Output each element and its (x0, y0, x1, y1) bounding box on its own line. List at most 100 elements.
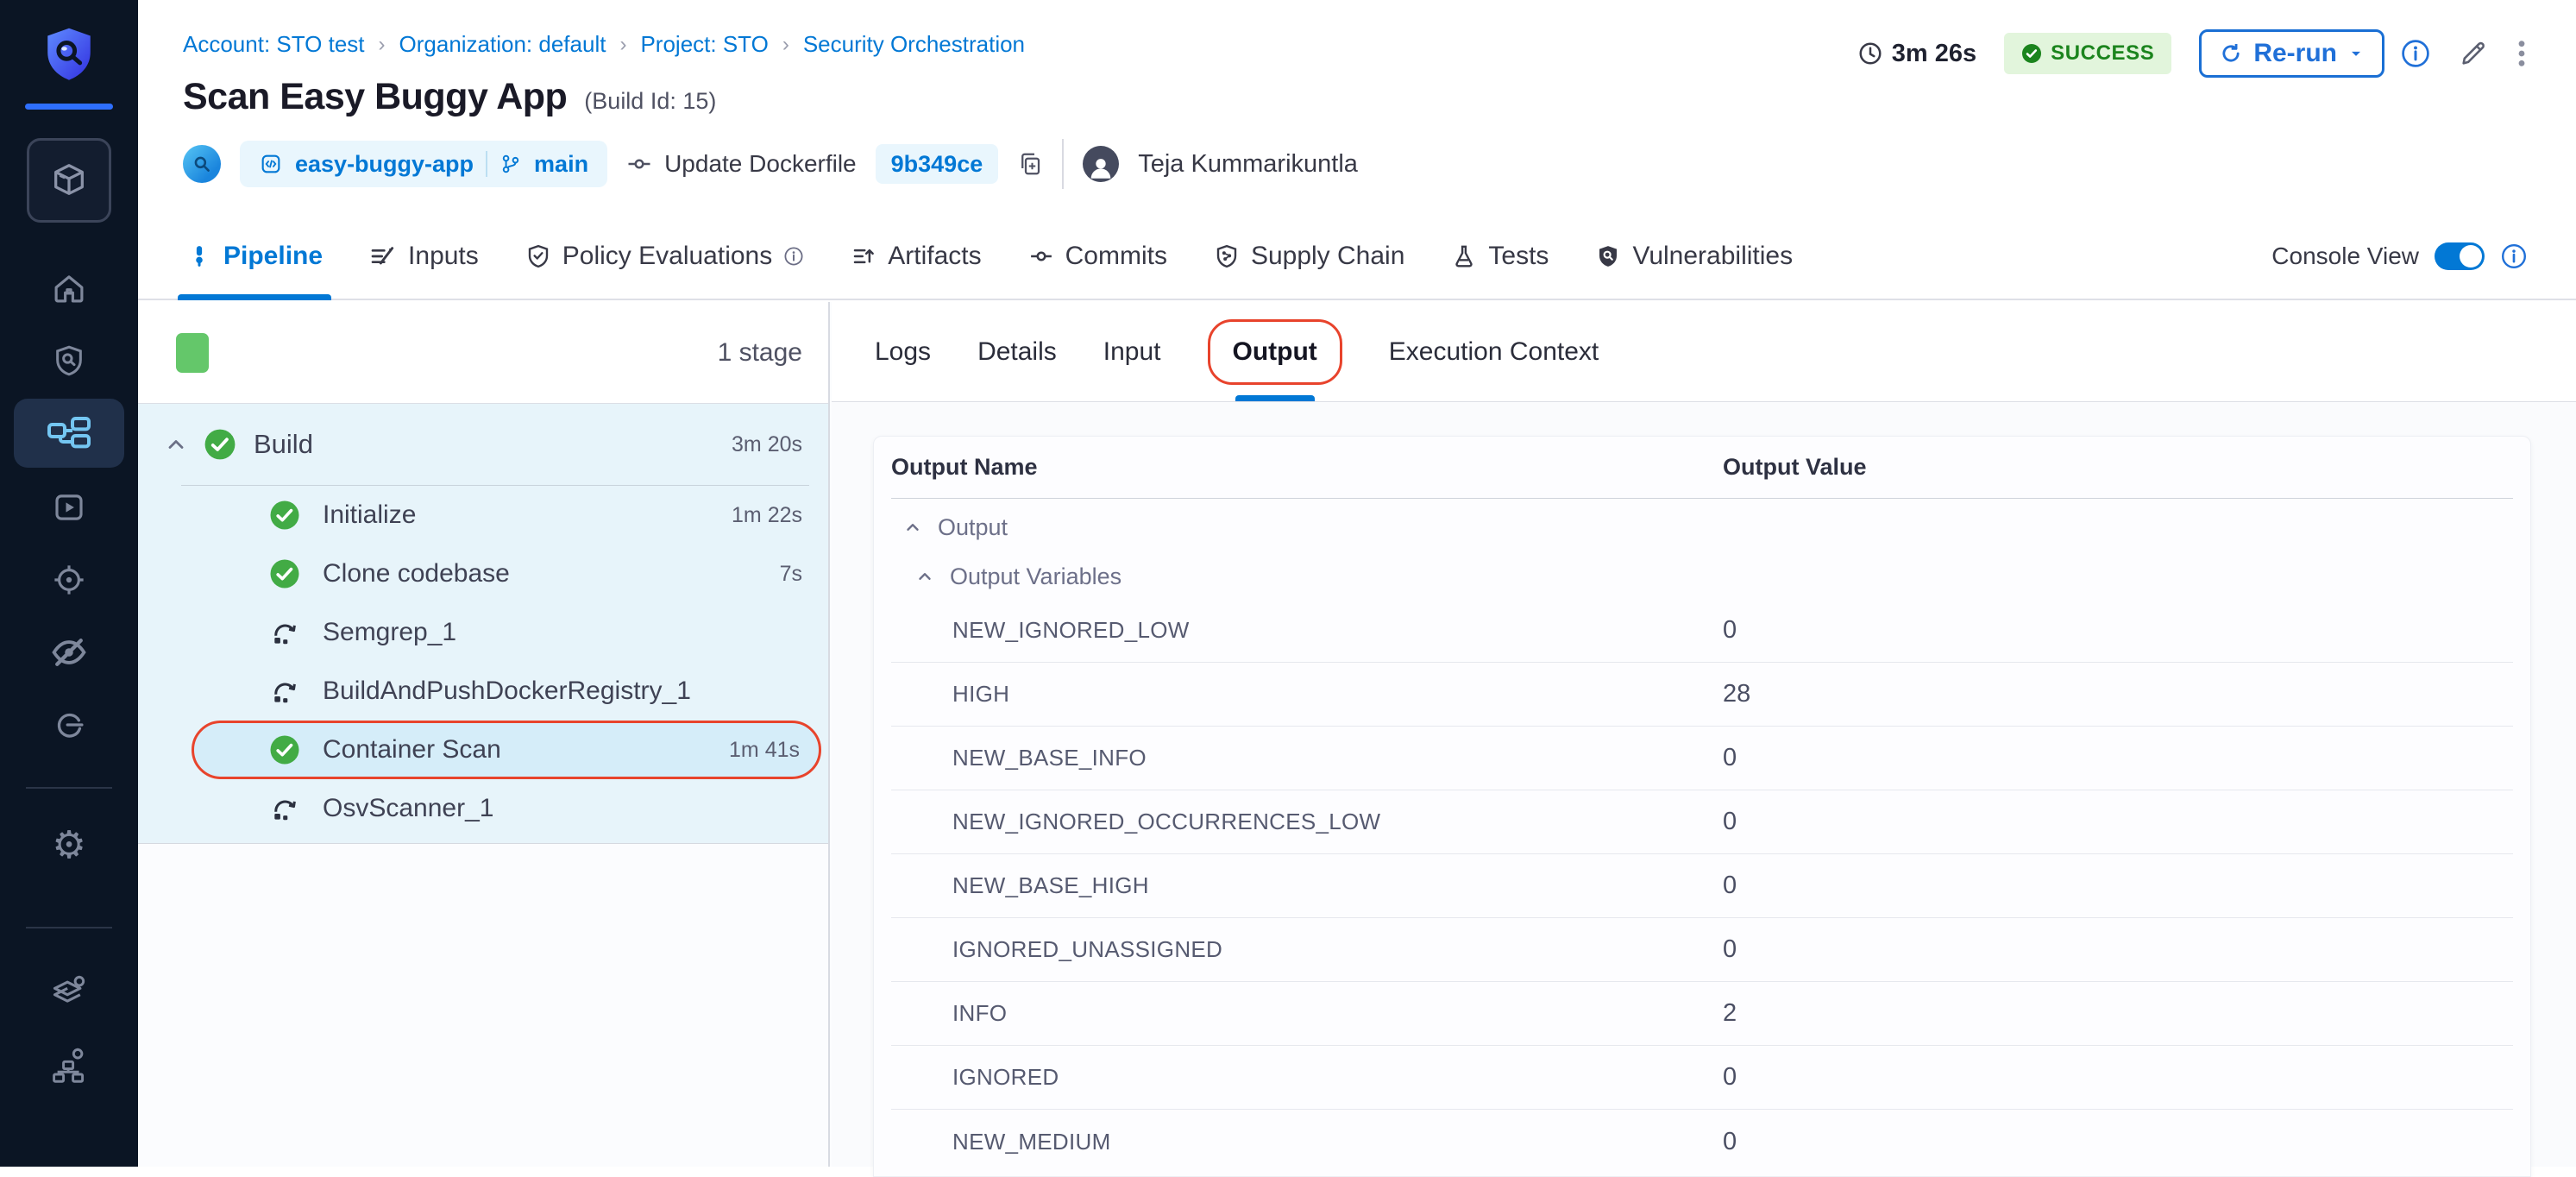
stage-panel: 1 stage Build 3m 20s Initialize 1m 22s (138, 302, 830, 1167)
artifacts-icon (851, 243, 876, 269)
refresh-icon (2219, 41, 2243, 66)
clock-icon (1857, 41, 1883, 66)
step-name: Initialize (323, 500, 416, 530)
step-row-clone-codebase[interactable]: Clone codebase 7s (138, 544, 828, 603)
status-badge: SUCCESS (2004, 33, 2171, 74)
breadcrumb-separator: › (379, 33, 386, 57)
tab-tests[interactable]: Tests (1448, 214, 1552, 299)
stage-row-build[interactable]: Build 3m 20s (138, 404, 828, 485)
copy-icon[interactable] (1017, 151, 1043, 177)
step-name: Semgrep_1 (323, 618, 456, 647)
success-check-icon (204, 428, 236, 461)
sidebar-item-pipelines[interactable] (14, 399, 124, 468)
repo-branch-pill[interactable]: easy-buggy-app main (240, 141, 607, 187)
sto-logo-icon (41, 24, 97, 85)
inputs-icon (369, 242, 397, 270)
info-icon[interactable] (2500, 242, 2528, 270)
settings-gear-icon[interactable]: ⚙ (50, 827, 88, 865)
output-tab-body: Output Name Output Value Output Output V… (832, 403, 2576, 1167)
success-check-icon (269, 734, 300, 765)
table-row: INFO 2 (891, 982, 2513, 1046)
getting-started-icon[interactable] (50, 706, 88, 744)
column-header-output-value: Output Value (1723, 454, 2513, 481)
breadcrumb-org[interactable]: Organization: default (399, 31, 606, 58)
branch-name[interactable]: main (534, 151, 588, 178)
table-row: NEW_IGNORED_LOW 0 (891, 599, 2513, 663)
header-divider (1062, 139, 1064, 189)
execution-duration: 3m 26s (1857, 40, 1976, 68)
breadcrumb-module[interactable]: Security Orchestration (803, 31, 1025, 58)
more-options-icon[interactable] (2516, 39, 2528, 68)
author-name: Teja Kummarikuntla (1138, 150, 1358, 179)
success-check-icon (269, 500, 300, 531)
rerun-button[interactable]: Re-run (2199, 29, 2384, 78)
console-view-label: Console View (2271, 242, 2419, 270)
detail-tab-details[interactable]: Details (977, 302, 1057, 401)
repository-icon (259, 152, 283, 176)
home-icon[interactable] (50, 269, 88, 307)
tab-pipeline[interactable]: Pipeline (183, 214, 326, 299)
step-detail-tabs: Logs Details Input Output Execution Cont… (832, 302, 2576, 402)
tab-inputs[interactable]: Inputs (366, 214, 482, 299)
commits-icon (1028, 243, 1054, 269)
step-name: OsvScanner_1 (323, 794, 493, 823)
executions-icon[interactable] (50, 488, 88, 526)
tab-commits[interactable]: Commits (1025, 214, 1171, 299)
default-settings-layers-icon[interactable] (50, 973, 88, 1011)
step-row-semgrep[interactable]: Semgrep_1 (138, 603, 828, 662)
org-structure-settings-icon[interactable] (50, 1046, 88, 1084)
test-targets-icon[interactable] (50, 561, 88, 599)
nav-divider-accent (25, 104, 113, 110)
exemptions-eye-slash-icon[interactable] (50, 633, 88, 671)
step-skipped-icon (269, 617, 300, 648)
step-skipped-icon (269, 793, 300, 824)
group-row-output[interactable]: Output (891, 500, 2513, 554)
supply-chain-icon (1214, 243, 1240, 269)
breadcrumb-separator: › (782, 33, 789, 57)
console-view-toggle[interactable] (2435, 242, 2485, 270)
collapse-chevron-icon (903, 518, 922, 537)
module-cube-icon (49, 160, 89, 200)
detail-tab-input[interactable]: Input (1103, 302, 1161, 401)
tab-artifacts[interactable]: Artifacts (847, 214, 984, 299)
tab-supply-chain[interactable]: Supply Chain (1210, 214, 1408, 299)
detail-tab-output[interactable]: Output (1208, 302, 1342, 401)
group-row-output-variables[interactable]: Output Variables (891, 554, 2513, 599)
step-row-osv-scanner[interactable]: OsvScanner_1 (138, 779, 828, 838)
step-duration: 7s (780, 562, 802, 587)
collapse-chevron-icon[interactable] (164, 432, 188, 456)
module-selector-button[interactable] (27, 138, 111, 223)
commit-sha[interactable]: 9b349ce (891, 151, 983, 178)
stage-name: Build (254, 429, 313, 460)
breadcrumb-account[interactable]: Account: STO test (183, 31, 365, 58)
table-row: NEW_MEDIUM 0 (891, 1110, 2513, 1174)
author-avatar (1083, 146, 1119, 182)
left-nav-rail: ⚙ (0, 0, 138, 1167)
detail-tab-execution-context[interactable]: Execution Context (1389, 302, 1599, 401)
commit-sha-pill[interactable]: 9b349ce (876, 144, 999, 184)
pipeline-icon (186, 243, 212, 269)
breadcrumb-project[interactable]: Project: STO (640, 31, 768, 58)
step-row-initialize[interactable]: Initialize 1m 22s (138, 486, 828, 544)
repo-name[interactable]: easy-buggy-app (295, 151, 474, 178)
info-icon[interactable] (2400, 38, 2431, 69)
pipelines-icon (47, 416, 91, 450)
step-row-build-and-push[interactable]: BuildAndPushDockerRegistry_1 (138, 662, 828, 721)
stage-tree: Build 3m 20s Initialize 1m 22s Clone cod… (138, 404, 828, 844)
policy-shield-icon (525, 243, 551, 269)
chevron-down-icon (2347, 45, 2365, 62)
table-row: IGNORED_UNASSIGNED 0 (891, 918, 2513, 982)
step-detail-panel: Logs Details Input Output Execution Cont… (832, 302, 2576, 1167)
step-row-container-scan[interactable]: Container Scan 1m 41s (192, 721, 821, 779)
table-header-row: Output Name Output Value (891, 437, 2513, 499)
tab-policy-evaluations[interactable]: Policy Evaluations (522, 214, 807, 299)
step-name: Container Scan (323, 735, 501, 765)
tab-vulnerabilities[interactable]: Vulnerabilities (1592, 214, 1796, 299)
step-name: BuildAndPushDockerRegistry_1 (323, 677, 691, 706)
pill-divider (486, 151, 487, 177)
table-row: NEW_IGNORED_OCCURRENCES_LOW 0 (891, 790, 2513, 854)
detail-tab-logs[interactable]: Logs (875, 302, 931, 401)
edit-pencil-icon[interactable] (2459, 39, 2488, 68)
overview-shield-scan-icon[interactable] (50, 342, 88, 380)
stage-panel-header: 1 stage (138, 302, 828, 404)
